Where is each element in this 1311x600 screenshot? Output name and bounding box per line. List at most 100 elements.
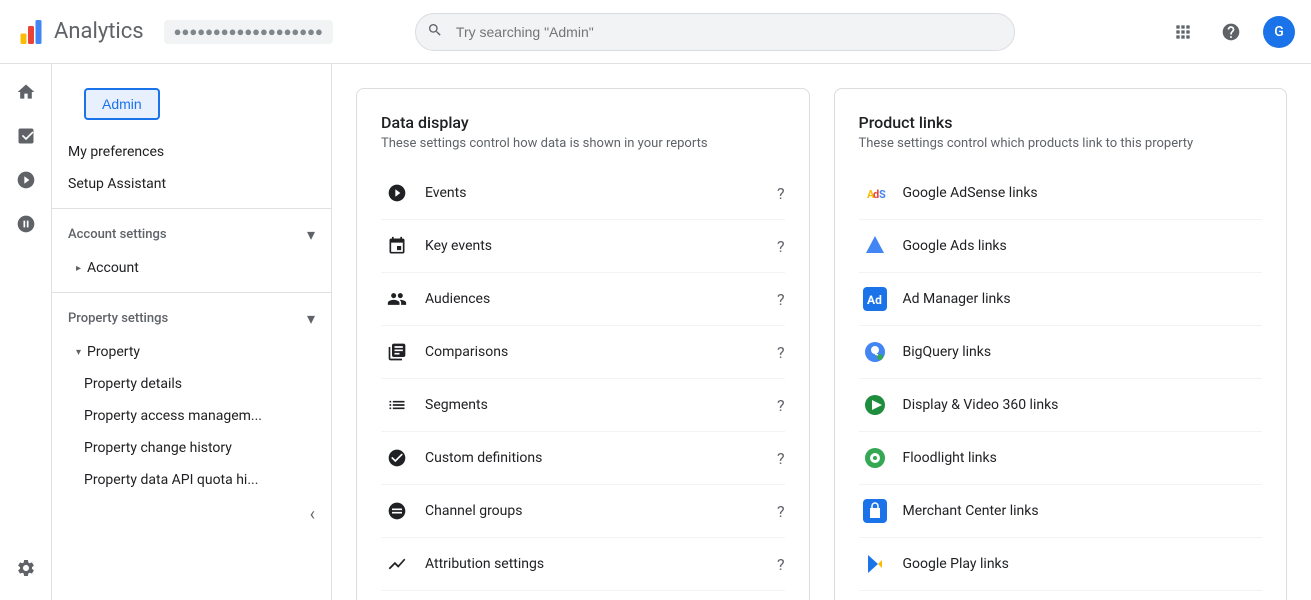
property-settings-label: Property settings [68, 311, 168, 326]
property-details-label: Property details [84, 376, 182, 392]
account-bullet-icon: ▸ [76, 263, 81, 274]
main-content: Data display These settings control how … [332, 64, 1311, 600]
custom-definitions-label: Custom definitions [425, 450, 777, 466]
sidebar-divider-2 [52, 292, 331, 293]
account-name: ●●●●●●●●●●●●●●●●●●● [164, 20, 333, 44]
search-input[interactable] [415, 13, 1015, 51]
key-events-label: Key events [425, 238, 777, 254]
menu-item-dv360[interactable]: Display & Video 360 links [859, 379, 1263, 432]
menu-item-custom-definitions[interactable]: Custom definitions ? [381, 432, 785, 485]
property-label: Property [87, 344, 140, 360]
menu-item-events[interactable]: Events ? [381, 167, 785, 220]
custom-definitions-help-icon: ? [777, 449, 785, 468]
apps-icon[interactable] [1167, 16, 1199, 48]
account-settings-chevron-icon: ▾ [307, 225, 315, 244]
topbar: Analytics ●●●●●●●●●●●●●●●●●●● G [0, 0, 1311, 64]
menu-item-reporting-identity[interactable]: Reporting identity ? [381, 591, 785, 600]
sidebar-item-property-details[interactable]: Property details [52, 368, 331, 400]
nav-admin-icon[interactable] [6, 548, 46, 588]
menu-item-google-play[interactable]: Google Play links [859, 538, 1263, 591]
left-nav [0, 64, 52, 600]
nav-home-icon[interactable] [6, 72, 46, 112]
property-access-management-label: Property access managem... [84, 408, 262, 424]
menu-item-google-ads[interactable]: Google Ads links [859, 220, 1263, 273]
google-ads-icon [859, 230, 891, 262]
help-icon[interactable] [1215, 16, 1247, 48]
product-links-card: Product links These settings control whi… [834, 88, 1288, 600]
events-help-icon: ? [777, 184, 785, 203]
sidebar: Admin My preferences Setup Assistant Acc… [52, 64, 332, 600]
audiences-help-icon: ? [777, 290, 785, 309]
dv360-label: Display & Video 360 links [903, 397, 1263, 413]
menu-item-ad-manager[interactable]: Ad Ad Manager links [859, 273, 1263, 326]
nav-explore-icon[interactable] [6, 160, 46, 200]
topbar-right: G [1167, 16, 1295, 48]
comparisons-icon [381, 336, 413, 368]
merchant-center-label: Merchant Center links [903, 503, 1263, 519]
adsense-icon: AdS [859, 177, 891, 209]
sidebar-section-property-settings[interactable]: Property settings ▾ [52, 301, 331, 336]
property-change-history-label: Property change history [84, 440, 232, 456]
dv360-icon [859, 389, 891, 421]
floodlight-icon [859, 442, 891, 474]
ad-manager-label: Ad Manager links [903, 291, 1263, 307]
data-display-subtitle: These settings control how data is shown… [381, 136, 785, 151]
adsense-label: Google AdSense links [903, 185, 1263, 201]
sidebar-item-account[interactable]: ▸ Account [52, 252, 331, 284]
segments-label: Segments [425, 397, 777, 413]
key-events-help-icon: ? [777, 237, 785, 256]
channel-groups-icon [381, 495, 413, 527]
sidebar-item-property-access-management[interactable]: Property access managem... [52, 400, 331, 432]
sidebar-divider-1 [52, 208, 331, 209]
property-settings-chevron-icon: ▾ [307, 309, 315, 328]
product-links-title: Product links [859, 113, 1263, 132]
menu-item-channel-groups[interactable]: Channel groups ? [381, 485, 785, 538]
sidebar-item-property-change-history[interactable]: Property change history [52, 432, 331, 464]
property-bullet-icon: ▾ [76, 347, 81, 358]
account-label: Account [87, 260, 139, 276]
menu-item-attribution-settings[interactable]: Attribution settings ? [381, 538, 785, 591]
menu-item-search-ads-360[interactable]: Search Ads 360 links [859, 591, 1263, 600]
attribution-settings-label: Attribution settings [425, 556, 777, 572]
nav-reports-icon[interactable] [6, 116, 46, 156]
avatar[interactable]: G [1263, 16, 1295, 48]
audiences-label: Audiences [425, 291, 777, 307]
merchant-center-icon [859, 495, 891, 527]
account-settings-label: Account settings [68, 227, 167, 242]
google-play-label: Google Play links [903, 556, 1263, 572]
sidebar-item-my-preferences[interactable]: My preferences [52, 136, 331, 168]
bigquery-label: BigQuery links [903, 344, 1263, 360]
app-title: Analytics [54, 19, 144, 44]
ad-manager-icon: Ad [859, 283, 891, 315]
sidebar-item-setup-assistant[interactable]: Setup Assistant [52, 168, 331, 200]
segments-icon [381, 389, 413, 421]
channel-groups-label: Channel groups [425, 503, 777, 519]
logo: Analytics [16, 17, 144, 47]
menu-item-floodlight[interactable]: Floodlight links [859, 432, 1263, 485]
sidebar-collapse-icon[interactable]: ‹ [310, 504, 315, 525]
segments-help-icon: ? [777, 396, 785, 415]
menu-item-bigquery[interactable]: BigQuery links [859, 326, 1263, 379]
channel-groups-help-icon: ? [777, 502, 785, 521]
admin-button[interactable]: Admin [84, 88, 160, 120]
sidebar-section-account-settings[interactable]: Account settings ▾ [52, 217, 331, 252]
menu-item-key-events[interactable]: Key events ? [381, 220, 785, 273]
menu-item-adsense[interactable]: AdS Google AdSense links [859, 167, 1263, 220]
events-label: Events [425, 185, 777, 201]
comparisons-label: Comparisons [425, 344, 777, 360]
google-play-icon [859, 548, 891, 580]
custom-definitions-icon [381, 442, 413, 474]
search-bar-container [415, 13, 1015, 51]
sidebar-item-property[interactable]: ▾ Property [52, 336, 331, 368]
menu-item-audiences[interactable]: Audiences ? [381, 273, 785, 326]
sidebar-item-property-data-api-quota[interactable]: Property data API quota hi... [52, 464, 331, 496]
menu-item-comparisons[interactable]: Comparisons ? [381, 326, 785, 379]
floodlight-label: Floodlight links [903, 450, 1263, 466]
menu-item-segments[interactable]: Segments ? [381, 379, 785, 432]
main-layout: Admin My preferences Setup Assistant Acc… [0, 64, 1311, 600]
attribution-settings-help-icon: ? [777, 555, 785, 574]
google-ads-label: Google Ads links [903, 238, 1263, 254]
menu-item-merchant-center[interactable]: Merchant Center links [859, 485, 1263, 538]
nav-advertising-icon[interactable] [6, 204, 46, 244]
analytics-logo-icon [16, 17, 46, 47]
